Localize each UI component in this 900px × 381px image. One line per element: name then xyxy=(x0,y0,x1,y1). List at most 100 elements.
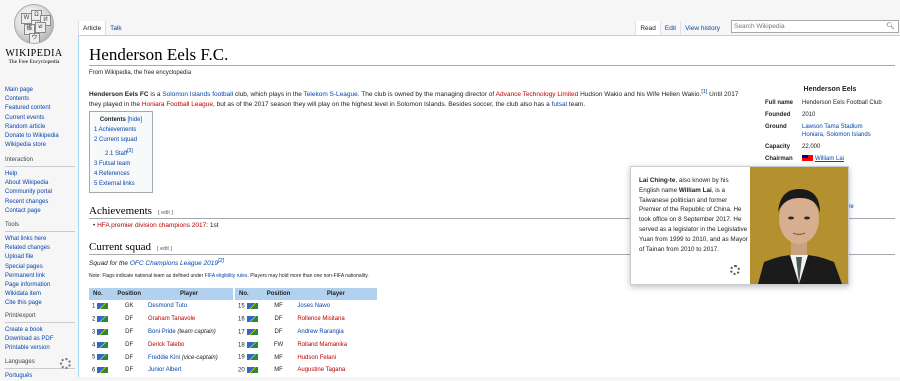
nav-interaction: Interaction Help About Wikipedia Communi… xyxy=(5,157,75,216)
player-link[interactable]: Hudson Felani xyxy=(297,355,336,361)
player-link[interactable]: Freddie Kini xyxy=(148,355,180,361)
infobox-label: Full name xyxy=(765,100,794,106)
player-position: DF xyxy=(274,328,283,335)
nav-about[interactable]: About Wikipedia xyxy=(5,179,75,188)
toc-staff-ref[interactable]: [3] xyxy=(127,148,133,154)
link-hfa-premier-division[interactable]: HFA premier division champions 2017 xyxy=(97,222,206,229)
toc-item-staff[interactable]: 2.1 Staff xyxy=(105,151,127,157)
player-cell: Derick Talebo xyxy=(145,338,233,351)
heading-text: Current squad xyxy=(89,241,152,253)
table-row: 2 DF Graham Tanavole xyxy=(89,313,233,326)
link-fifa-eligibility[interactable]: FIFA eligibility rules xyxy=(205,273,248,279)
preview-settings-gear-icon[interactable] xyxy=(730,265,740,275)
player-number-value: 5 xyxy=(92,354,96,361)
player-link[interactable]: Augustine Tagana xyxy=(297,367,345,373)
intro-text: . The club is owned by the managing dire… xyxy=(357,91,496,99)
link-advance-technology[interactable]: Advance Technology Limited xyxy=(496,91,579,98)
nav-main-page[interactable]: Main page xyxy=(5,86,59,95)
current-squad-heading: Current squad [ edit ] xyxy=(89,241,172,253)
link-futsal[interactable]: futsal xyxy=(552,101,568,108)
popup-text: , is a Taiwanese politician and former P… xyxy=(639,186,748,253)
search-input[interactable] xyxy=(732,21,876,32)
nav-download-pdf[interactable]: Download as PDF xyxy=(5,335,75,344)
toc-item-futsal-team[interactable]: 3 Futsal team xyxy=(94,159,148,169)
nav-help[interactable]: Help xyxy=(5,170,75,179)
player-link[interactable]: Junior Albert xyxy=(148,367,181,373)
wikipedia-logo[interactable]: WΩИ 維שウ WIKIPEDIA The Free Encyclopedia xyxy=(4,4,64,74)
solomon-islands-flag-icon xyxy=(246,367,258,374)
player-link[interactable]: Rollence Misitana xyxy=(297,316,344,322)
toc-item-current-squad[interactable]: 2 Current squad xyxy=(94,135,148,145)
link-football[interactable]: football xyxy=(212,91,233,98)
player-position: DF xyxy=(125,341,134,348)
wikipedia-wordmark: WIKIPEDIA xyxy=(5,48,63,59)
infobox-label: Founded xyxy=(765,112,791,118)
globe-icon: WΩИ 維שウ xyxy=(14,4,54,44)
nav-current-events[interactable]: Current events xyxy=(5,114,59,123)
player-link[interactable]: Joses Nawo xyxy=(297,303,330,309)
popup-name: Lai Ching-te xyxy=(639,177,676,184)
search-box: 🔍︎ xyxy=(731,20,899,33)
toc-item-achievements[interactable]: 1 Achievements xyxy=(94,125,148,135)
player-position: MF xyxy=(274,367,283,374)
nav-upload-file[interactable]: Upload file xyxy=(5,253,75,262)
player-number-value: 15 xyxy=(238,303,245,310)
link-honiara-football-league[interactable]: Honiara Football League xyxy=(142,101,213,108)
nav-create-book[interactable]: Create a book xyxy=(5,326,75,335)
nav-random-article[interactable]: Random article xyxy=(5,123,59,132)
column-header-player: Player xyxy=(294,288,378,300)
page-preview-popup[interactable]: Lai Ching-te, also known by his English … xyxy=(630,166,849,285)
solomon-islands-flag-icon xyxy=(97,328,109,335)
nav-special-pages[interactable]: Special pages xyxy=(5,263,75,272)
toc-hide-link[interactable]: [hide] xyxy=(127,117,142,123)
sidebar: WΩИ 維שウ WIKIPEDIA The Free Encyclopedia … xyxy=(0,0,78,379)
nav-featured-content[interactable]: Featured content xyxy=(5,104,59,113)
player-link[interactable]: Graham Tanavole xyxy=(148,316,195,322)
nav-wikidata-item[interactable]: Wikidata item xyxy=(5,290,75,299)
page-title: Henderson Eels F.C. xyxy=(89,45,229,64)
link-telekom-s-league[interactable]: Telekom S-League xyxy=(304,91,358,98)
caption-text: Squad for the xyxy=(89,260,130,268)
nav-page-information[interactable]: Page information xyxy=(5,281,75,290)
language-settings-gear-icon[interactable] xyxy=(60,358,71,369)
nav-recent-changes[interactable]: Recent changes xyxy=(5,198,75,207)
link-ofc-champions-league[interactable]: OFC Champions League 2019 xyxy=(130,260,218,267)
nav-what-links-here[interactable]: What links here xyxy=(5,235,75,244)
infobox-row-ground: Ground Lawson Tama Stadium Honiara, Solom… xyxy=(765,123,895,139)
reference-2[interactable]: [2] xyxy=(218,258,224,264)
nav-donate[interactable]: Donate to Wikipedia xyxy=(5,132,59,141)
nav-contact[interactable]: Contact page xyxy=(5,207,75,216)
player-link[interactable]: Derick Talebo xyxy=(148,342,184,348)
player-number-value: 16 xyxy=(238,316,245,323)
nav-related-changes[interactable]: Related changes xyxy=(5,244,75,253)
search-icon[interactable]: 🔍︎ xyxy=(886,22,895,30)
table-row: 3 DF Boni Pride (team captain) xyxy=(89,326,233,339)
chairman-link[interactable]: William Lai xyxy=(815,156,844,162)
squad-table-left: No. Position Player 1 GK Desmond Tutu 2 DF Gr… xyxy=(89,288,234,377)
nav-store[interactable]: Wikipedia store xyxy=(5,141,59,150)
player-link[interactable]: Desmond Tutu xyxy=(148,303,187,309)
intro-text: , but as of the 2017 season they will pl… xyxy=(212,101,552,109)
nav-permanent-link[interactable]: Permanent link xyxy=(5,272,75,281)
edit-section-link[interactable]: [ edit ] xyxy=(157,246,172,252)
edit-section-link[interactable]: [ edit ] xyxy=(158,210,173,216)
player-link[interactable]: Boni Pride xyxy=(148,329,176,335)
nav-main: Main page Contents Featured content Curr… xyxy=(5,86,59,150)
link-solomon-islands[interactable]: Solomon Islands xyxy=(162,91,210,98)
player-number: 18 xyxy=(235,338,263,351)
nav-cite-page[interactable]: Cite this page xyxy=(5,299,75,308)
nav-contents[interactable]: Contents xyxy=(5,95,59,104)
infobox-label: Ground xyxy=(765,124,787,130)
squad-caption: Squad for the OFC Champions League 2019[… xyxy=(89,258,224,267)
nav-printable-version[interactable]: Printable version xyxy=(5,344,75,353)
toc-item-external-links[interactable]: 5 External links xyxy=(94,179,148,189)
player-link[interactable]: Andrew Rarangia xyxy=(297,329,343,335)
nav-community-portal[interactable]: Community portal xyxy=(5,188,75,197)
solomon-islands-flag-icon xyxy=(246,328,258,335)
infobox-ground-link[interactable]: Lawson Tama Stadium Honiara, Solomon Isl… xyxy=(802,123,871,139)
player-link[interactable]: Rolland Mamanika xyxy=(297,342,347,348)
toc-item-references[interactable]: 4 References xyxy=(94,169,148,179)
nav-language-link[interactable]: Português xyxy=(5,372,75,381)
solomon-islands-flag-icon xyxy=(97,303,109,310)
intro-text: team. xyxy=(567,101,586,109)
